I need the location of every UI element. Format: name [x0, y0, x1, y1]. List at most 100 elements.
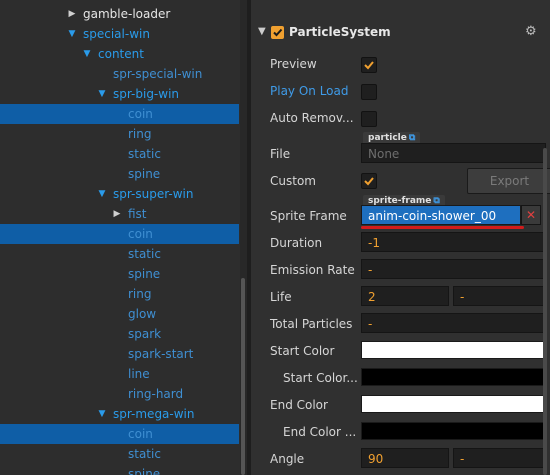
- custom-label: Custom: [270, 174, 316, 188]
- tree-node-label: fist: [128, 207, 147, 221]
- tree-node[interactable]: glow: [0, 304, 239, 324]
- life-variance-field[interactable]: -: [453, 286, 546, 306]
- tree-node-label: spine: [128, 267, 161, 281]
- auto-remove-label: Auto Remov...: [270, 111, 354, 125]
- tree-node[interactable]: spark: [0, 324, 239, 344]
- tree-node[interactable]: spine: [0, 264, 239, 284]
- tree-node[interactable]: line: [0, 364, 239, 384]
- life-label: Life: [270, 290, 292, 304]
- tree-node[interactable]: static: [0, 444, 239, 464]
- caret-down-icon[interactable]: ▼: [67, 24, 77, 44]
- external-link-icon[interactable]: ⧉: [409, 133, 415, 143]
- tree-node[interactable]: coin: [0, 104, 239, 124]
- tree-node-label: spr-mega-win: [113, 407, 195, 421]
- hierarchy-scrollbar[interactable]: [240, 0, 247, 475]
- component-title: ParticleSystem: [289, 25, 391, 39]
- tree-node[interactable]: ▼ special-win: [0, 24, 239, 44]
- tree-node[interactable]: ▶ gamble-loader: [0, 4, 239, 24]
- close-icon[interactable]: ✕: [521, 205, 541, 225]
- custom-checkbox[interactable]: [361, 173, 377, 189]
- caret-down-icon[interactable]: ▼: [82, 44, 92, 64]
- hierarchy-panel: ▶ gamble-loader ▼ special-win ▼ content spr-sp…: [0, 0, 247, 475]
- checkmark-icon: [364, 61, 374, 70]
- component-header[interactable]: ▼ ParticleSystem ⚙: [251, 21, 550, 45]
- tree-node-label: static: [128, 147, 161, 161]
- caret-down-icon[interactable]: ▼: [97, 184, 107, 204]
- hierarchy-scroll-thumb[interactable]: [241, 278, 245, 475]
- tree-node-label: spr-special-win: [113, 67, 203, 81]
- tree-node[interactable]: ▼ content: [0, 44, 239, 64]
- caret-down-icon[interactable]: ▼: [258, 26, 266, 37]
- tree-node[interactable]: static: [0, 144, 239, 164]
- emission-rate-field[interactable]: -: [361, 259, 546, 279]
- start-color-var-swatch[interactable]: [361, 368, 546, 386]
- tree-node-label: gamble-loader: [83, 7, 171, 21]
- total-particles-field[interactable]: -: [361, 313, 546, 333]
- end-color-var-swatch[interactable]: [361, 422, 546, 440]
- tree-node-label: glow: [128, 307, 157, 321]
- preview-label: Preview: [270, 57, 317, 71]
- duration-label: Duration: [270, 236, 323, 250]
- angle-label: Angle: [270, 452, 305, 466]
- tree-node-label: coin: [128, 227, 153, 241]
- auto-remove-checkbox[interactable]: [361, 111, 377, 127]
- tree-node-label: ring-hard: [128, 387, 184, 401]
- tree-node[interactable]: static: [0, 244, 239, 264]
- tree-node-label: spr-super-win: [113, 187, 194, 201]
- component-enabled-checkbox[interactable]: [271, 26, 284, 39]
- tree-node-label: special-win: [83, 27, 150, 41]
- file-asset-tag-text: particle: [368, 133, 407, 143]
- life-field[interactable]: 2: [361, 286, 449, 306]
- tree-node-label: static: [128, 447, 161, 461]
- file-field[interactable]: None: [361, 143, 546, 163]
- caret-right-icon[interactable]: ▶: [112, 204, 122, 224]
- tree-node-label: coin: [128, 107, 153, 121]
- end-color-label: End Color: [270, 398, 328, 412]
- play-on-load-checkbox[interactable]: [361, 84, 377, 100]
- tree-node-label: spr-big-win: [113, 87, 180, 101]
- inspector-panel: ▼ ParticleSystem ⚙ Preview Play On Load …: [251, 0, 550, 475]
- tree-node[interactable]: ▼ spr-super-win: [0, 184, 239, 204]
- tree-node-label: spark: [128, 327, 162, 341]
- angle-field[interactable]: 90: [361, 448, 449, 468]
- caret-down-icon[interactable]: ▼: [97, 84, 107, 104]
- tree-node[interactable]: coin: [0, 224, 239, 244]
- tree-node[interactable]: spine: [0, 464, 239, 475]
- start-color-label: Start Color: [270, 344, 335, 358]
- emission-rate-label: Emission Rate: [270, 263, 355, 277]
- play-on-load-label: Play On Load: [270, 84, 349, 98]
- checkmark-icon: [273, 28, 283, 37]
- tree-node-label: ring: [128, 287, 152, 301]
- tree-node[interactable]: ring: [0, 284, 239, 304]
- tree-node[interactable]: ▶ fist: [0, 204, 239, 224]
- tree-node[interactable]: ▼ spr-mega-win: [0, 404, 239, 424]
- sprite-frame-field[interactable]: anim-coin-shower_00: [361, 205, 521, 225]
- tree-node[interactable]: ring: [0, 124, 239, 144]
- angle-variance-field[interactable]: -: [453, 448, 546, 468]
- gear-icon[interactable]: ⚙: [525, 24, 537, 39]
- tree-node-label: spark-start: [128, 347, 194, 361]
- checkmark-icon: [364, 177, 374, 186]
- tree-node[interactable]: spine: [0, 164, 239, 184]
- start-color-var-label: Start Color...: [283, 371, 358, 385]
- tree-node[interactable]: spr-special-win: [0, 64, 239, 84]
- start-color-swatch[interactable]: [361, 341, 546, 359]
- tree-node-label: ring: [128, 127, 152, 141]
- sprite-frame-label: Sprite Frame: [270, 209, 347, 223]
- tree-node-label: content: [98, 47, 144, 61]
- end-color-swatch[interactable]: [361, 395, 546, 413]
- export-button[interactable]: Export: [467, 168, 550, 194]
- tree-node-label: static: [128, 247, 161, 261]
- duration-field[interactable]: -1: [361, 232, 546, 252]
- tree-node[interactable]: ▼ spr-big-win: [0, 84, 239, 104]
- tree-node-label: line: [128, 367, 150, 381]
- total-particles-label: Total Particles: [270, 317, 353, 331]
- preview-checkbox[interactable]: [361, 57, 377, 73]
- tree-node[interactable]: spark-start: [0, 344, 239, 364]
- inspector-scrollbar[interactable]: [543, 148, 547, 475]
- caret-down-icon[interactable]: ▼: [97, 404, 107, 424]
- tree-node[interactable]: ring-hard: [0, 384, 239, 404]
- caret-right-icon[interactable]: ▶: [67, 4, 77, 24]
- tree-node-label: spine: [128, 167, 161, 181]
- tree-node[interactable]: coin: [0, 424, 239, 444]
